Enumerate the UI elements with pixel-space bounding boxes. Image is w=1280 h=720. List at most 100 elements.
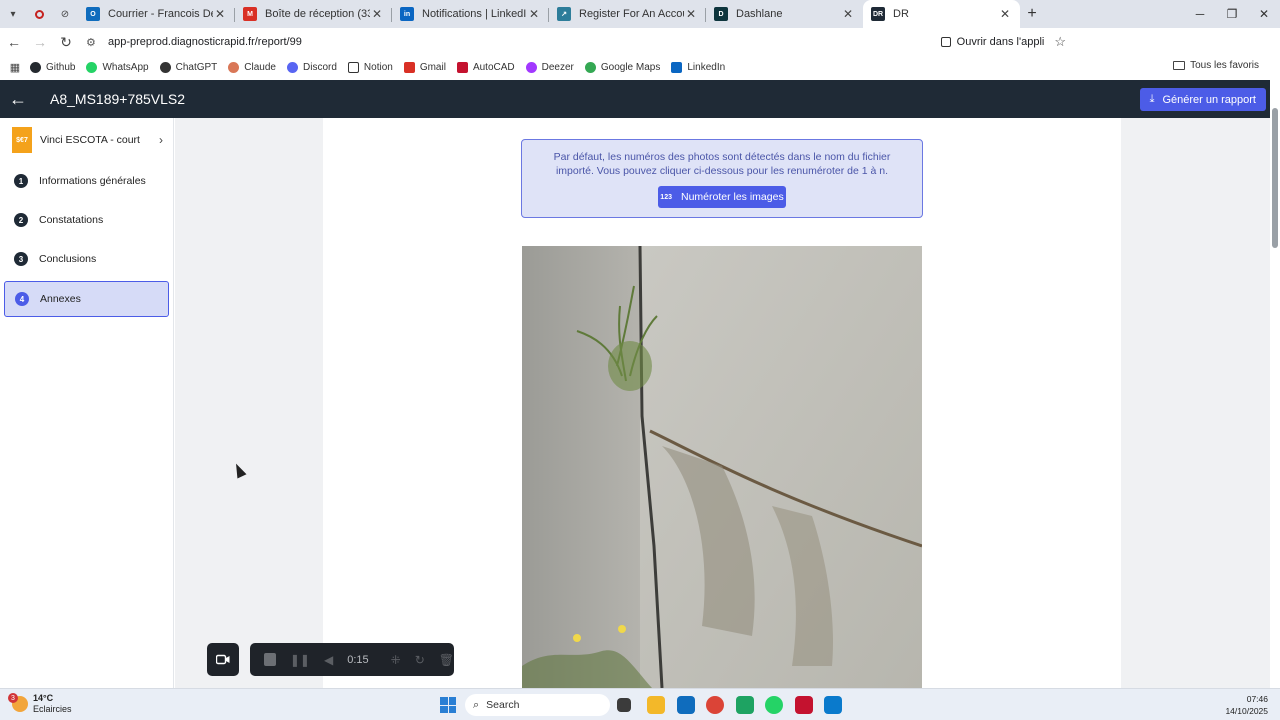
bookmark-notion[interactable]: Notion	[347, 61, 393, 73]
bookmark-label: Gmail	[419, 61, 446, 73]
weather-sun-icon: 3	[8, 693, 28, 712]
url-text[interactable]: app-preprod.diagnosticrapid.fr/report/99	[108, 36, 302, 48]
step-label: Annexes	[40, 293, 81, 305]
taskbar-search[interactable]: ⌕ Search	[465, 694, 610, 716]
minimize-icon[interactable]: ─	[1184, 0, 1216, 28]
renumber-images-button[interactable]: 123 Numéroter les images	[658, 186, 786, 208]
window-controls: ─ ❐ ✕	[1184, 0, 1280, 28]
camera-toggle-button[interactable]	[207, 643, 239, 676]
camera-icon	[216, 654, 230, 665]
bookmark-claude[interactable]: Claude	[228, 61, 276, 73]
bookmark-whatsapp[interactable]: WhatsApp	[86, 61, 149, 73]
search-icon: ⌕	[473, 698, 480, 711]
tab-search-icon[interactable]: ▾	[0, 0, 26, 28]
bookmark-github[interactable]: Github	[30, 61, 76, 73]
recording-timer: 0:15	[347, 653, 369, 666]
weather-desc: Eclaircies	[33, 704, 72, 714]
bookmark-label: LinkedIn	[687, 61, 726, 73]
pause-icon[interactable]: ❚❚	[290, 653, 310, 667]
back-icon[interactable]: ←	[2, 30, 26, 54]
site-info-icon[interactable]: ⚙	[86, 36, 104, 49]
step-label: Conclusions	[39, 253, 97, 265]
step-label: Informations générales	[39, 175, 146, 187]
system-clock[interactable]: 07:46 14/10/2025	[1225, 693, 1268, 717]
chrome-icon[interactable]	[706, 696, 724, 714]
close-tab-icon[interactable]: ✕	[527, 7, 541, 21]
generate-report-button[interactable]: ⤓ Générer un rapport	[1139, 88, 1266, 111]
weather-widget[interactable]: 3 14°C Eclaircies	[8, 693, 72, 715]
draw-icon[interactable]: ⁜	[391, 653, 401, 667]
browser-tab[interactable]: in Notifications | LinkedIn ✕	[392, 0, 549, 28]
chevron-right-icon: ›	[159, 133, 163, 147]
search-label: Search	[486, 699, 520, 711]
step-number: 4	[15, 292, 29, 306]
project-selector[interactable]: $€7 Vinci ESCOTA - court ›	[12, 126, 167, 154]
address-bar[interactable]: ⚙ app-preprod.diagnosticrapid.fr/report/…	[80, 31, 1070, 53]
chatgpt-icon	[159, 61, 171, 73]
step-label: Constatations	[39, 214, 104, 226]
forward-icon[interactable]: →	[28, 30, 52, 54]
apps-grid-icon[interactable]: ▦	[0, 61, 30, 74]
step-conclusions[interactable]: 3 Conclusions	[4, 241, 169, 277]
close-tab-icon[interactable]: ✕	[213, 7, 227, 21]
clock-date: 14/10/2025	[1225, 706, 1268, 716]
bookmark-discord[interactable]: Discord	[287, 61, 337, 73]
bookmark-label: Github	[46, 61, 76, 73]
step-number: 2	[14, 213, 28, 227]
all-bookmarks-button[interactable]: Tous les favoris	[1173, 60, 1259, 71]
bookmark-star-icon[interactable]: ☆	[1054, 34, 1066, 50]
vscode-icon[interactable]	[824, 696, 842, 714]
bookmark-label: Notion	[363, 61, 393, 73]
main-content: Par défaut, les numéros des photos sont …	[175, 118, 1270, 688]
browser-tab[interactable]: M Boîte de réception (33 172) - de ✕	[235, 0, 392, 28]
scrollbar-thumb[interactable]	[1272, 108, 1278, 248]
page-scrollbar[interactable]	[1270, 80, 1280, 688]
mute-icon[interactable]: ◀	[324, 653, 333, 667]
southwest-icon: ↗	[557, 7, 571, 21]
bookmark-gmail[interactable]: Gmail	[403, 61, 446, 73]
screen-recorder-toolbar: ❚❚ ◀ 0:15 ⁜ ↻ 🗑	[250, 643, 454, 676]
browser-tab[interactable]: D Dashlane ✕	[706, 0, 863, 28]
tab-group-icon[interactable]: ⊘	[52, 0, 78, 28]
gmail-icon: M	[243, 7, 257, 21]
open-in-app-button[interactable]: Ouvrir dans l'appli	[940, 36, 1044, 48]
restart-icon[interactable]: ↻	[415, 653, 425, 667]
windows-start-icon[interactable]	[440, 697, 456, 713]
generate-report-label: Générer un rapport	[1162, 93, 1256, 106]
numbers-icon: 123	[660, 193, 672, 201]
close-tab-icon[interactable]: ✕	[684, 7, 698, 21]
tab-title: Register For An Account | South	[579, 8, 684, 20]
restore-icon[interactable]: ❐	[1216, 0, 1248, 28]
task-view-icon[interactable]	[617, 698, 631, 712]
step-informations-generales[interactable]: 1 Informations générales	[4, 163, 169, 199]
step-constatations[interactable]: 2 Constatations	[4, 202, 169, 238]
new-tab-button[interactable]: +	[1020, 0, 1044, 28]
close-tab-icon[interactable]: ✕	[998, 7, 1012, 21]
bookmark-google-maps[interactable]: Google Maps	[584, 61, 660, 73]
close-tab-icon[interactable]: ✕	[370, 7, 384, 21]
close-window-icon[interactable]: ✕	[1248, 0, 1280, 28]
file-explorer-icon[interactable]	[647, 696, 665, 714]
step-annexes[interactable]: 4 Annexes	[4, 281, 169, 317]
bookmark-autocad[interactable]: AutoCAD	[456, 61, 515, 73]
back-arrow-icon[interactable]: ←	[0, 89, 36, 110]
store-icon[interactable]	[736, 696, 754, 714]
reload-icon[interactable]: ↻	[54, 30, 78, 54]
outlook-icon[interactable]	[677, 696, 695, 714]
bookmark-linkedin[interactable]: LinkedIn	[671, 61, 726, 73]
stop-recording-button[interactable]	[264, 653, 276, 666]
app-red-icon[interactable]	[795, 696, 813, 714]
whatsapp-icon	[86, 61, 98, 73]
notification-badge: 3	[8, 693, 18, 703]
bookmark-chatgpt[interactable]: ChatGPT	[159, 61, 217, 73]
browser-tabstrip: ▾ ⊘ O Courrier - Francois De Vecchi - ✕ …	[0, 0, 1280, 28]
recording-indicator-icon[interactable]	[26, 0, 52, 28]
annex-photo[interactable]	[522, 246, 922, 688]
browser-tab-active[interactable]: DR DR ✕	[863, 0, 1020, 28]
whatsapp-icon[interactable]	[765, 696, 783, 714]
browser-tab[interactable]: ↗ Register For An Account | South ✕	[549, 0, 706, 28]
browser-tab[interactable]: O Courrier - Francois De Vecchi - ✕	[78, 0, 235, 28]
close-tab-icon[interactable]: ✕	[841, 7, 855, 21]
bookmark-deezer[interactable]: Deezer	[525, 61, 574, 73]
delete-icon[interactable]: 🗑	[439, 653, 454, 667]
